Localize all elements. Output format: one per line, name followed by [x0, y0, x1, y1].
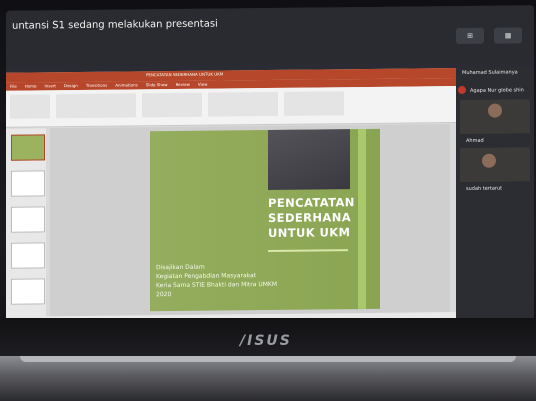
meeting-controls: ⊞ ▦ [456, 27, 522, 45]
subtitle-line: 2020 [156, 291, 172, 299]
participant-name: sudah tertarut [466, 185, 503, 192]
current-slide: PENCATATAN SEDERHANA UNTUK UKM Disajikan… [150, 128, 380, 312]
participant-tile[interactable] [460, 147, 530, 183]
slide-thumb[interactable] [11, 170, 45, 197]
slide-subtitle: Disajikan Dalam Kegiatan Pengabdian Masy… [156, 261, 326, 299]
participant-avatar [482, 153, 496, 168]
slide-thumb[interactable] [11, 206, 45, 233]
slide-title-underline [268, 249, 348, 253]
slide-thumb[interactable] [11, 134, 45, 161]
paragraph-group[interactable] [142, 92, 202, 118]
slide-title-line: UNTUK UKM [268, 225, 351, 241]
participant-name: Muhamad Sulaimanya [462, 69, 518, 76]
meeting-header: untansi S1 sedang melakukan presentasi ⊞… [6, 5, 534, 67]
tab-design[interactable]: Design [64, 82, 78, 90]
clipboard-group[interactable] [10, 94, 50, 119]
editing-group[interactable] [284, 91, 344, 116]
tab-insert[interactable]: Insert [45, 82, 56, 90]
participant-name: Agapa Nur globe shin [470, 87, 524, 94]
slide-thumb[interactable] [11, 242, 45, 269]
hinge-edge [20, 356, 516, 362]
participants-panel: Muhamad Sulaimanya Agapa Nur globe shin … [456, 67, 534, 319]
laptop-brand-logo: /ISUS [240, 333, 292, 349]
powerpoint-window: PENCATATAN SEDERHANA UNTUK UKM File Home… [6, 68, 456, 323]
ppt-window-title: PENCATATAN SEDERHANA UNTUK UKM [146, 71, 224, 78]
slide-thumbnails [6, 128, 46, 319]
slide-title-line: PENCATATAN [268, 195, 355, 211]
meeting-title: untansi S1 sedang melakukan presentasi [12, 18, 218, 32]
ppt-ribbon [6, 86, 456, 128]
photo: untansi S1 sedang melakukan presentasi ⊞… [0, 0, 536, 401]
slide-photo [268, 129, 350, 191]
layout-button[interactable]: ⊞ [456, 27, 484, 45]
laptop-screen: untansi S1 sedang melakukan presentasi ⊞… [6, 5, 534, 327]
tab-animations[interactable]: Animations [115, 81, 137, 89]
laptop-hinge [0, 356, 536, 401]
tab-home[interactable]: Home [25, 82, 37, 90]
slide-title: PENCATATAN SEDERHANA UNTUK UKM [268, 195, 378, 241]
participant-avatar [488, 103, 502, 118]
tab-file[interactable]: File [10, 83, 17, 91]
font-group[interactable] [56, 93, 136, 119]
drawing-group[interactable] [208, 91, 278, 117]
grid-button[interactable]: ▦ [494, 27, 522, 44]
participant-tile[interactable] [460, 99, 530, 135]
slide-thumb[interactable] [11, 278, 45, 305]
tab-view[interactable]: View [198, 81, 208, 89]
slide-title-line: SEDERHANA [268, 210, 352, 226]
tab-transitions[interactable]: Transitions [86, 82, 107, 90]
tab-review[interactable]: Review [176, 81, 190, 89]
tab-slide-show[interactable]: Slide Show [146, 81, 168, 89]
participant-name: Ahmad [466, 137, 484, 144]
record-indicator-icon [458, 85, 466, 95]
slide-canvas: PENCATATAN SEDERHANA UNTUK UKM Disajikan… [50, 124, 450, 319]
